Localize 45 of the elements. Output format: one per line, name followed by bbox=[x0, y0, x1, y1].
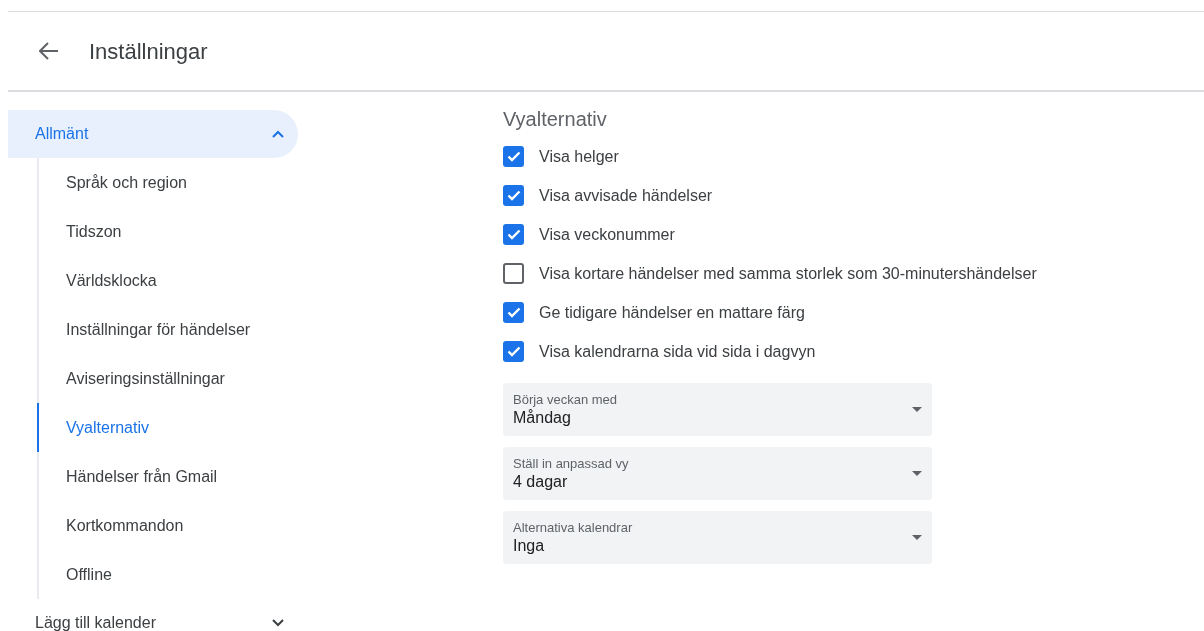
sidebar-item[interactable]: Tidszon bbox=[37, 207, 300, 256]
option-label: Visa veckonummer bbox=[539, 224, 675, 245]
field-value: Måndag bbox=[513, 407, 572, 428]
dropdown-arrow-icon bbox=[912, 407, 922, 412]
field-value: 4 dagar bbox=[513, 471, 569, 492]
checkmark-icon bbox=[506, 190, 521, 201]
chevron-up-icon bbox=[272, 130, 284, 138]
sidebar-item[interactable]: Aviseringsinställningar bbox=[37, 354, 300, 403]
chevron-down-icon bbox=[272, 619, 284, 627]
option-label: Visa avvisade händelser bbox=[539, 185, 713, 206]
dropdown-field[interactable]: Alternativa kalendrar Inga bbox=[503, 511, 932, 564]
checkbox[interactable] bbox=[503, 185, 524, 206]
checkmark-icon bbox=[506, 307, 521, 318]
section-title: Vyalternativ bbox=[503, 107, 608, 130]
option-label: Visa helger bbox=[539, 146, 619, 167]
checkbox[interactable] bbox=[503, 146, 524, 167]
checkmark-icon bbox=[506, 151, 521, 162]
sidebar-section[interactable]: Lägg till kalender bbox=[8, 599, 298, 631]
field-label: Alternativa kalendrar bbox=[513, 519, 633, 536]
sidebar-item[interactable]: Inställningar för händelser bbox=[37, 305, 300, 354]
sidebar-item[interactable]: Händelser från Gmail bbox=[37, 452, 300, 501]
sidebar-item[interactable]: Språk och region bbox=[37, 158, 300, 207]
option-label: Ge tidigare händelser en mattare färg bbox=[539, 302, 805, 323]
back-arrow-icon bbox=[39, 42, 59, 60]
page-title: Inställningar bbox=[89, 37, 208, 66]
sidebar-section[interactable]: Allmänt bbox=[8, 110, 298, 158]
field-label: Börja veckan med bbox=[513, 391, 618, 408]
checkmark-icon bbox=[506, 229, 521, 240]
dropdown-field[interactable]: Ställ in anpassad vy 4 dagar bbox=[503, 447, 932, 500]
dropdown-arrow-icon bbox=[912, 535, 922, 540]
checkbox[interactable] bbox=[503, 263, 524, 284]
sidebar-item[interactable]: Offline bbox=[37, 550, 300, 599]
field-value: Inga bbox=[513, 535, 546, 556]
checkbox[interactable] bbox=[503, 341, 524, 362]
option-label: Visa kalendrarna sida vid sida i dagvyn bbox=[539, 341, 816, 362]
sidebar-item[interactable]: Kortkommandon bbox=[37, 501, 300, 550]
sidebar-item[interactable]: Vyalternativ bbox=[37, 403, 300, 452]
field-label: Ställ in anpassad vy bbox=[513, 455, 629, 472]
checkbox[interactable] bbox=[503, 224, 524, 245]
checkmark-icon bbox=[506, 346, 521, 357]
dropdown-field[interactable]: Börja veckan med Måndag bbox=[503, 383, 932, 436]
sidebar-item[interactable]: Världsklocka bbox=[37, 256, 300, 305]
option-label: Visa kortare händelser med samma storlek som 30-minutershändelser bbox=[539, 263, 1037, 284]
checkbox[interactable] bbox=[503, 302, 524, 323]
dropdown-arrow-icon bbox=[912, 471, 922, 476]
